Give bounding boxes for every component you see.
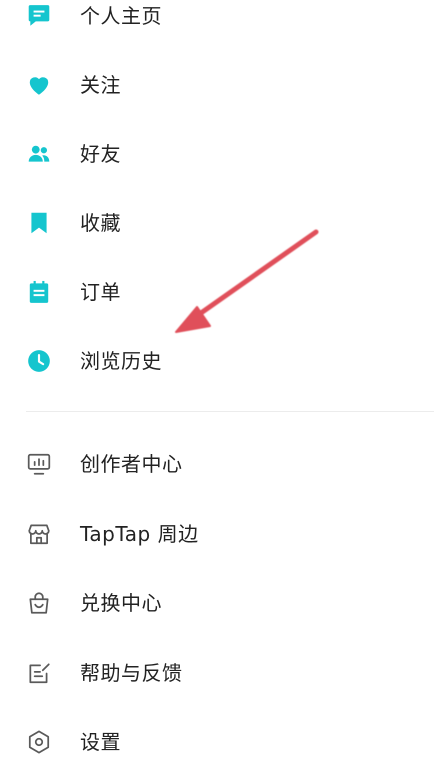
settings-hexagon-icon [26, 729, 52, 755]
monitor-chart-icon [26, 451, 52, 477]
menu-item-label: 收藏 [80, 211, 121, 235]
menu-item-profile[interactable]: 个人主页 [0, 0, 434, 44]
menu-item-label: 好友 [80, 142, 121, 166]
menu-item-label: 订单 [80, 280, 121, 304]
menu-item-settings[interactable]: 设置 [0, 714, 434, 770]
menu-item-creator-center[interactable]: 创作者中心 [0, 436, 434, 492]
feedback-edit-icon [26, 660, 52, 686]
menu-item-favorites[interactable]: 收藏 [0, 195, 434, 251]
menu-item-help-feedback[interactable]: 帮助与反馈 [0, 645, 434, 701]
gift-bag-icon [26, 590, 52, 616]
menu-item-label: 兑换中心 [80, 591, 162, 615]
menu-item-history[interactable]: 浏览历史 [0, 333, 434, 389]
menu-item-taptap-merch[interactable]: TapTap 周边 [0, 506, 434, 562]
shop-icon [26, 521, 52, 547]
menu-item-redeem-center[interactable]: 兑换中心 [0, 575, 434, 631]
menu-item-label: 设置 [80, 730, 121, 754]
chat-bubble-icon [26, 3, 52, 29]
menu-item-label: 创作者中心 [80, 452, 183, 476]
menu-item-label: TapTap 周边 [80, 522, 199, 546]
section-divider [26, 411, 434, 412]
menu-item-label: 个人主页 [80, 4, 162, 28]
menu-item-follow[interactable]: 关注 [0, 57, 434, 113]
menu-item-orders[interactable]: 订单 [0, 264, 434, 320]
order-icon [26, 279, 52, 305]
menu-item-label: 帮助与反馈 [80, 661, 183, 685]
menu-item-label: 浏览历史 [80, 349, 162, 373]
menu-item-friends[interactable]: 好友 [0, 126, 434, 182]
bookmark-icon [26, 210, 52, 236]
clock-icon [26, 348, 52, 374]
side-menu: 个人主页 关注 好友 收藏 订单 浏览历史 创作者中心 TapTap 周边 兑换… [0, 0, 434, 777]
menu-item-label: 关注 [80, 73, 121, 97]
friends-icon [26, 141, 52, 167]
heart-icon [26, 72, 52, 98]
